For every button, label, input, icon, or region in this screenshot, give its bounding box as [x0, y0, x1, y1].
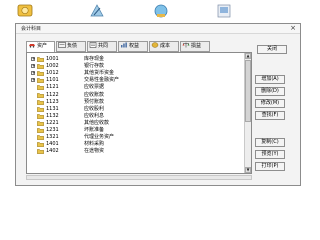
- find-button[interactable]: 查找(F): [255, 111, 285, 120]
- account-row[interactable]: +1012 其他货币资金: [27, 70, 245, 76]
- expand-icon[interactable]: +: [31, 71, 35, 76]
- tab-label: 共同: [98, 43, 109, 49]
- account-name: 其他应收款: [84, 119, 110, 126]
- chart-icon: [121, 42, 127, 48]
- account-code: 1122: [46, 91, 59, 98]
- account-name: 库存现金: [84, 56, 105, 62]
- tab-label: 成本: [160, 43, 171, 49]
- modify-button[interactable]: 修改(M): [255, 99, 285, 108]
- tab-label: 资产: [37, 43, 48, 49]
- title-bar: 会计科目 ×: [16, 24, 300, 34]
- account-name: 交易性金融资产: [84, 77, 120, 84]
- add-button[interactable]: 增加(A): [255, 75, 285, 84]
- folder-icon: [37, 113, 44, 119]
- account-row[interactable]: +1001 库存现金: [27, 56, 245, 62]
- scroll-thumb[interactable]: [245, 60, 251, 122]
- account-name: 应收股利: [84, 105, 105, 112]
- account-code: 1002: [46, 63, 59, 70]
- delete-button[interactable]: 删除(D): [255, 87, 285, 96]
- account-code: 1402: [46, 148, 59, 155]
- document-icon: [89, 42, 97, 48]
- folder-icon: [37, 149, 44, 155]
- account-code: 1221: [46, 119, 59, 126]
- copy-button[interactable]: 复制(C): [255, 138, 285, 147]
- folder-icon: [37, 78, 44, 84]
- account-code: 1132: [46, 112, 59, 119]
- account-row[interactable]: 1121 应收票据: [27, 84, 245, 90]
- account-row[interactable]: +1101 交易性金融资产: [27, 77, 245, 83]
- account-name: 应收利息: [84, 112, 105, 119]
- window-title: 会计科目: [21, 26, 42, 32]
- account-name: 预付账款: [84, 98, 105, 105]
- desktop-app-icon-2[interactable]: [88, 2, 106, 20]
- account-code: 1321: [46, 134, 59, 141]
- account-name: 其他货币资金: [84, 70, 115, 77]
- folder-icon: [37, 57, 44, 62]
- expand-icon[interactable]: +: [31, 57, 35, 61]
- folder-icon: [37, 106, 44, 112]
- account-name: 代理业务资产: [84, 134, 115, 141]
- account-code: 1001: [46, 56, 59, 62]
- vertical-scrollbar[interactable]: ▲ ▼: [244, 53, 251, 173]
- folder-icon: [37, 135, 44, 140]
- account-name: 材料采购: [84, 141, 105, 148]
- folder-icon: [37, 64, 44, 69]
- account-name: 在途物资: [84, 148, 105, 155]
- expand-icon[interactable]: +: [31, 64, 35, 69]
- scroll-up-icon[interactable]: ▲: [245, 53, 251, 59]
- tab-label: 损益: [191, 43, 202, 49]
- tab-profit-loss[interactable]: 损益: [180, 41, 210, 52]
- account-row[interactable]: 1132 应收利息: [27, 113, 245, 119]
- desktop-app-icon-1[interactable]: [16, 2, 34, 20]
- account-row[interactable]: 1231 坏账准备: [27, 127, 245, 133]
- account-row[interactable]: 1221 其他应收款: [27, 120, 245, 126]
- account-code: 1123: [46, 98, 59, 105]
- folder-icon: [37, 99, 44, 105]
- account-code: 1401: [46, 141, 59, 148]
- ledger-icon: [58, 42, 66, 48]
- account-row[interactable]: 1401 材料采购: [27, 141, 245, 147]
- folder-icon: [37, 142, 44, 148]
- account-name: 坏账准备: [84, 127, 105, 133]
- coin-icon: [151, 42, 159, 48]
- account-row[interactable]: 1321 代理业务资产: [27, 134, 245, 140]
- account-code: 1131: [46, 105, 59, 112]
- print-button[interactable]: 打印(P): [255, 162, 285, 171]
- account-row[interactable]: 1402 在途物资: [27, 148, 245, 154]
- tab-equity[interactable]: 权益: [118, 41, 148, 52]
- close-icon[interactable]: ×: [289, 24, 297, 33]
- folder-icon: [37, 121, 44, 126]
- account-row[interactable]: 1123 预付账款: [27, 99, 245, 105]
- tab-cost[interactable]: 成本: [149, 41, 179, 52]
- account-name: 应收账款: [84, 91, 105, 98]
- folder-icon: [37, 71, 44, 77]
- account-code: 1101: [46, 77, 59, 84]
- scale-icon: [182, 42, 190, 48]
- scroll-down-icon[interactable]: ▼: [245, 167, 251, 173]
- folder-icon: [37, 92, 44, 98]
- tab-liabilities[interactable]: 负债: [56, 41, 86, 52]
- account-code: 1121: [46, 84, 59, 91]
- expand-icon[interactable]: +: [31, 78, 35, 83]
- account-name: 银行存款: [84, 63, 105, 70]
- folder-icon: [37, 85, 44, 91]
- account-row[interactable]: +1002 银行存款: [27, 63, 245, 69]
- account-code: 1231: [46, 127, 59, 133]
- preview-button[interactable]: 预览(Y): [255, 150, 285, 159]
- account-tree-list[interactable]: +1001 库存现金 +1002 银行存款 +1012 其他货币资金 +1101 交易性金融资…: [26, 52, 252, 174]
- folder-icon: [37, 128, 44, 133]
- desktop-app-icon-4[interactable]: [215, 2, 233, 20]
- tab-label: 负债: [67, 43, 78, 49]
- account-row[interactable]: 1122 应收账款: [27, 92, 245, 98]
- car-icon: [29, 44, 35, 48]
- desktop-app-icon-3[interactable]: [152, 2, 170, 20]
- account-code: 1012: [46, 70, 59, 77]
- tab-common[interactable]: 共同: [87, 41, 117, 52]
- account-row[interactable]: 1131 应收股利: [27, 106, 245, 112]
- tab-label: 权益: [129, 43, 140, 49]
- close-button[interactable]: 关闭: [257, 45, 287, 54]
- account-name: 应收票据: [84, 84, 105, 91]
- horizontal-scrollbar[interactable]: [26, 175, 252, 180]
- accounting-subjects-window: 会计科目 × 资产 负债 共同 权益 成本 损益 +1001 库存现金 +1002 银…: [15, 23, 301, 186]
